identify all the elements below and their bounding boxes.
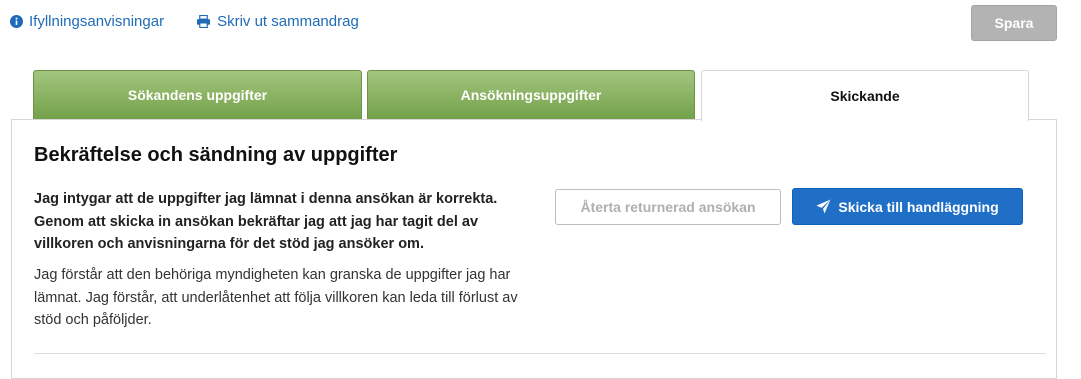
confirmation-text: Jag intygar att de uppgifter jag lämnat … <box>34 191 498 252</box>
info-circle-icon <box>10 15 23 28</box>
page-title: Bekräftelse och sändning av uppgifter <box>34 144 398 166</box>
paper-plane-icon <box>816 199 831 214</box>
send-label: Skicka till handläggning <box>838 198 999 215</box>
tab-applicant-details[interactable]: Sökandens uppgifter <box>33 70 362 120</box>
instructions-label: Ifyllningsanvisningar <box>29 13 165 30</box>
notice-text: Jag förstår att den behöriga myndigheten… <box>34 267 518 328</box>
print-summary-link[interactable]: Skriv ut sammandrag <box>196 13 359 30</box>
tab-application-details[interactable]: Ansökningsuppgifter <box>367 70 695 120</box>
top-links: Ifyllningsanvisningar Skriv ut sammandra… <box>10 13 359 30</box>
tab-submission[interactable]: Skickande <box>701 70 1029 121</box>
withdraw-returned-application-button[interactable]: Återta returnerad ansökan <box>555 189 781 225</box>
divider <box>34 353 1046 354</box>
printer-icon <box>196 15 211 28</box>
save-button[interactable]: Spara <box>971 5 1057 41</box>
send-to-processing-button[interactable]: Skicka till handläggning <box>792 188 1023 225</box>
instructions-link[interactable]: Ifyllningsanvisningar <box>10 13 164 30</box>
print-summary-label: Skriv ut sammandrag <box>217 13 359 30</box>
